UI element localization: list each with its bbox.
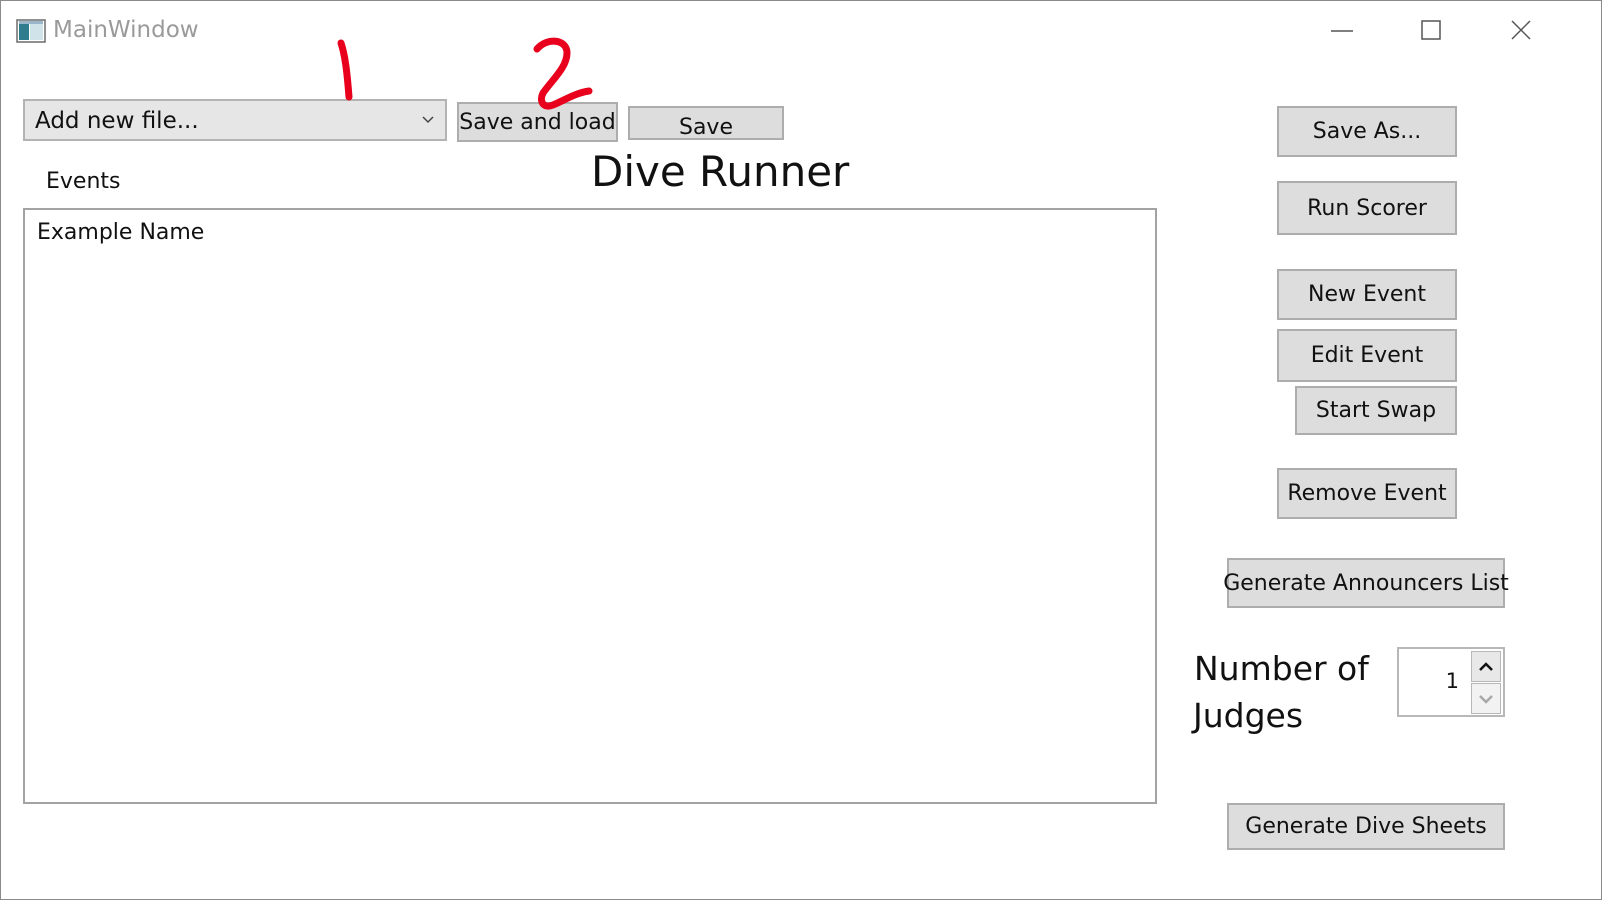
minimize-icon[interactable]	[1319, 15, 1363, 47]
judges-label-line2: Judges	[1193, 696, 1304, 735]
maximize-icon[interactable]	[1409, 15, 1453, 47]
spin-up-button[interactable]	[1471, 651, 1501, 682]
app-icon	[16, 19, 46, 43]
judges-value: 1	[1445, 669, 1459, 693]
events-listbox[interactable]: Example Name	[23, 208, 1157, 804]
save-button[interactable]: Save	[628, 106, 784, 140]
annotation-marker-1	[337, 39, 353, 101]
judges-number-stepper[interactable]: 1	[1397, 647, 1505, 717]
title-bar[interactable]: MainWindow	[1, 1, 1601, 59]
start-swap-button[interactable]: Start Swap	[1295, 386, 1457, 435]
close-icon[interactable]	[1499, 15, 1543, 47]
file-combobox[interactable]: Add new file...	[23, 99, 447, 141]
main-window: MainWindow Add new file... Save and load…	[0, 0, 1602, 900]
list-item[interactable]: Example Name	[37, 220, 204, 245]
remove-event-button[interactable]: Remove Event	[1277, 468, 1457, 519]
window-title: MainWindow	[53, 17, 199, 43]
page-title: Dive Runner	[591, 147, 850, 196]
annotation-marker-2	[533, 37, 593, 110]
judges-label-line1: Number of	[1194, 649, 1369, 688]
generate-dive-sheets-button[interactable]: Generate Dive Sheets	[1227, 803, 1505, 850]
spin-down-button[interactable]	[1471, 683, 1501, 714]
spin-down-icon	[1479, 694, 1493, 704]
chevron-down-icon	[422, 116, 434, 124]
run-scorer-button[interactable]: Run Scorer	[1277, 181, 1457, 235]
edit-event-button[interactable]: Edit Event	[1277, 329, 1457, 382]
generate-announcers-list-button[interactable]: Generate Announcers List	[1223, 558, 1509, 608]
new-event-button[interactable]: New Event	[1277, 269, 1457, 320]
spin-up-icon	[1479, 661, 1493, 671]
save-as-button[interactable]: Save As...	[1277, 106, 1457, 157]
events-label: Events	[46, 169, 121, 194]
file-combobox-value: Add new file...	[35, 108, 199, 134]
